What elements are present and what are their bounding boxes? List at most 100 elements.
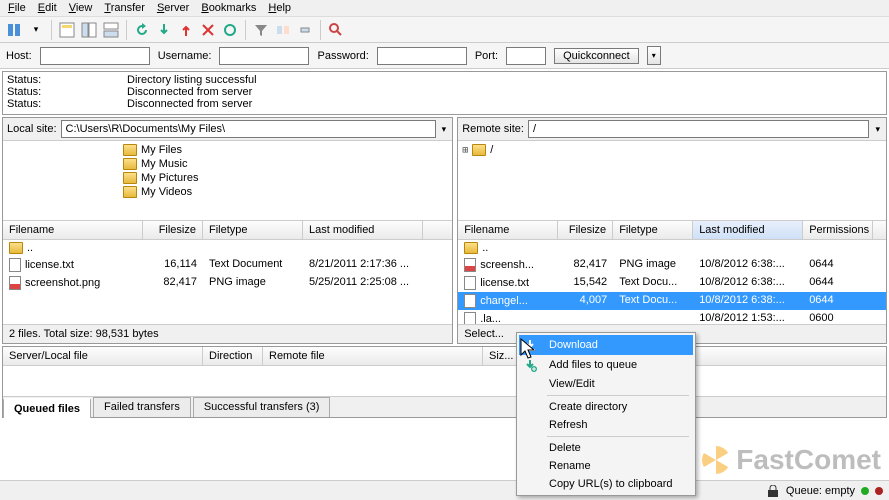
cancel-icon[interactable] xyxy=(176,20,196,40)
list-item[interactable]: license.txt15,542Text Docu...10/8/2012 6… xyxy=(458,274,886,292)
status-indicator-icon xyxy=(875,487,883,495)
local-list-header: Filename Filesize Filetype Last modified xyxy=(3,220,452,240)
menu-view[interactable]: View xyxy=(69,2,93,14)
col-server-file[interactable]: Server/Local file xyxy=(3,347,203,365)
status-indicator-icon xyxy=(861,487,869,495)
list-item[interactable]: .. xyxy=(3,240,452,256)
status-text: Directory listing successful xyxy=(127,74,257,86)
process-queue-icon[interactable] xyxy=(154,20,174,40)
col-modified[interactable]: Last modified xyxy=(693,221,803,239)
status-bar: Queue: empty xyxy=(0,480,889,500)
remote-path-input[interactable] xyxy=(528,120,870,138)
toolbar: ▾ xyxy=(0,17,889,43)
folder-icon xyxy=(123,144,137,156)
toggle-tree-icon[interactable] xyxy=(79,20,99,40)
col-direction[interactable]: Direction xyxy=(203,347,263,365)
local-pane: Local site: ▾ My Files My Music My Pictu… xyxy=(2,117,453,344)
col-permissions[interactable]: Permissions xyxy=(803,221,873,239)
ctx-download[interactable]: Download xyxy=(519,335,693,355)
ctx-delete[interactable]: Delete xyxy=(519,439,693,457)
quickconnect-history-dropdown[interactable]: ▾ xyxy=(647,46,661,65)
col-modified[interactable]: Last modified xyxy=(303,221,423,239)
add-icon xyxy=(523,358,537,372)
watermark: FastComet xyxy=(702,444,881,476)
png-icon xyxy=(464,258,476,272)
folder-icon xyxy=(9,242,23,254)
message-log[interactable]: Status:Directory listing successful Stat… xyxy=(2,71,887,115)
list-item[interactable]: changel...4,007Text Docu...10/8/2012 6:3… xyxy=(458,292,886,310)
refresh-icon[interactable] xyxy=(132,20,152,40)
remote-site-label: Remote site: xyxy=(462,123,524,135)
folder-icon xyxy=(123,186,137,198)
status-text: Disconnected from server xyxy=(127,86,252,98)
ctx-refresh[interactable]: Refresh xyxy=(519,416,693,434)
col-remote-file[interactable]: Remote file xyxy=(263,347,483,365)
remote-tree[interactable]: ⊞/ xyxy=(458,140,886,220)
ctx-copy-url[interactable]: Copy URL(s) to clipboard xyxy=(519,475,693,493)
compare-icon[interactable] xyxy=(273,20,293,40)
reconnect-icon[interactable] xyxy=(220,20,240,40)
tree-item[interactable]: My Music xyxy=(141,158,187,170)
ctx-rename[interactable]: Rename xyxy=(519,457,693,475)
ctx-add-queue[interactable]: Add files to queue xyxy=(519,355,693,375)
col-filename[interactable]: Filename xyxy=(3,221,143,239)
host-label: Host: xyxy=(6,50,32,62)
username-input[interactable] xyxy=(219,47,309,65)
list-item[interactable]: license.txt16,114Text Document8/21/2011 … xyxy=(3,256,452,274)
file-icon xyxy=(464,312,476,324)
local-summary: 2 files. Total size: 98,531 bytes xyxy=(3,324,452,343)
tree-item[interactable]: My Pictures xyxy=(141,172,198,184)
menu-server[interactable]: Server xyxy=(157,2,189,14)
remote-file-list[interactable]: .. screensh...82,417PNG image10/8/2012 6… xyxy=(458,240,886,324)
port-input[interactable] xyxy=(506,47,546,65)
menu-help[interactable]: Help xyxy=(268,2,291,14)
ctx-create-dir[interactable]: Create directory xyxy=(519,398,693,416)
menu-transfer[interactable]: Transfer xyxy=(104,2,145,14)
remote-list-header: Filename Filesize Filetype Last modified… xyxy=(458,220,886,240)
toggle-queue-icon[interactable] xyxy=(101,20,121,40)
username-label: Username: xyxy=(158,50,212,62)
site-manager-icon[interactable] xyxy=(4,20,24,40)
status-label: Status: xyxy=(7,74,127,86)
host-input[interactable] xyxy=(40,47,150,65)
local-file-list[interactable]: .. license.txt16,114Text Document8/21/20… xyxy=(3,240,452,324)
quickconnect-button[interactable]: Quickconnect xyxy=(554,48,639,64)
ctx-view-edit[interactable]: View/Edit xyxy=(519,375,693,393)
col-filesize[interactable]: Filesize xyxy=(143,221,203,239)
menu-bar: File Edit View Transfer Server Bookmarks… xyxy=(0,0,889,17)
col-filetype[interactable]: Filetype xyxy=(613,221,693,239)
port-label: Port: xyxy=(475,50,498,62)
list-item[interactable]: .la...10/8/2012 1:53:...0600 xyxy=(458,310,886,324)
tab-successful[interactable]: Successful transfers (3) xyxy=(193,397,331,417)
col-filename[interactable]: Filename xyxy=(458,221,558,239)
toggle-log-icon[interactable] xyxy=(57,20,77,40)
tree-item[interactable]: / xyxy=(490,144,493,156)
col-filesize[interactable]: Filesize xyxy=(558,221,613,239)
site-dropdown-icon[interactable]: ▾ xyxy=(26,20,46,40)
tree-item[interactable]: My Videos xyxy=(141,186,192,198)
tree-item[interactable]: My Files xyxy=(141,144,182,156)
menu-file[interactable]: File xyxy=(8,2,26,14)
filter-icon[interactable] xyxy=(251,20,271,40)
tab-failed[interactable]: Failed transfers xyxy=(93,397,191,417)
list-item[interactable]: screenshot.png82,417PNG image5/25/2011 2… xyxy=(3,274,452,292)
expand-icon[interactable]: ⊞ xyxy=(462,145,468,156)
local-path-dropdown[interactable]: ▾ xyxy=(440,124,449,135)
local-path-input[interactable] xyxy=(61,120,436,138)
col-filetype[interactable]: Filetype xyxy=(203,221,303,239)
sync-icon[interactable] xyxy=(295,20,315,40)
password-input[interactable] xyxy=(377,47,467,65)
queue-body[interactable] xyxy=(3,366,886,396)
menu-edit[interactable]: Edit xyxy=(38,2,57,14)
separator xyxy=(547,436,689,437)
list-item[interactable]: screensh...82,417PNG image10/8/2012 6:38… xyxy=(458,256,886,274)
menu-bookmarks[interactable]: Bookmarks xyxy=(201,2,256,14)
search-icon[interactable] xyxy=(326,20,346,40)
disconnect-icon[interactable] xyxy=(198,20,218,40)
list-item[interactable]: .. xyxy=(458,240,886,256)
context-menu: Download Add files to queue View/Edit Cr… xyxy=(516,332,696,496)
local-tree[interactable]: My Files My Music My Pictures My Videos xyxy=(3,140,452,220)
remote-path-dropdown[interactable]: ▾ xyxy=(873,124,882,135)
png-icon xyxy=(9,276,21,290)
tab-queued[interactable]: Queued files xyxy=(3,398,91,418)
